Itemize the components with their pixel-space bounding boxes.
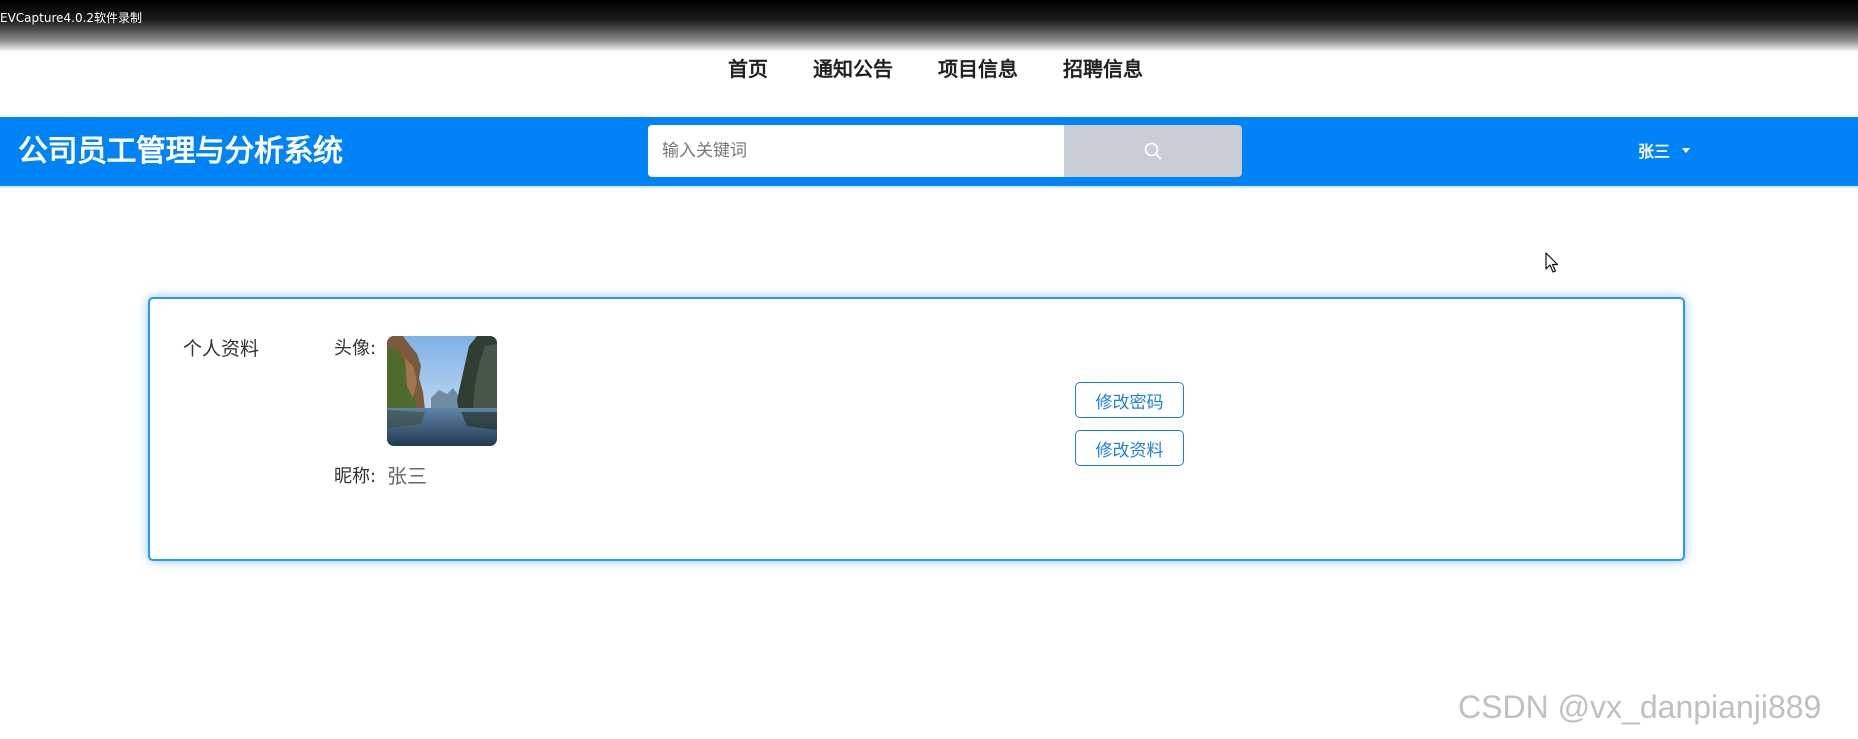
nickname-value: 张三 bbox=[387, 464, 427, 488]
mouse-cursor-icon bbox=[1545, 252, 1559, 273]
nickname-label: 昵称: bbox=[334, 466, 377, 487]
search-button[interactable] bbox=[1064, 125, 1242, 177]
csdn-watermark: CSDN @vx_danpianji889 bbox=[1458, 689, 1822, 725]
nav-item-recruitment[interactable]: 招聘信息 bbox=[1050, 54, 1143, 84]
caret-down-icon bbox=[1682, 147, 1691, 153]
header-divider bbox=[0, 186, 1858, 188]
nav-item-home[interactable]: 首页 bbox=[715, 54, 768, 84]
profile-card: 个人资料 头像: 昵称: 张三 修改密码 修改资料 bbox=[148, 297, 1685, 561]
recording-banner: EVCapture4.0.2软件录制 bbox=[0, 0, 1858, 52]
recording-banner-text: EVCapture4.0.2软件录制 bbox=[0, 11, 143, 25]
avatar bbox=[387, 336, 497, 446]
site-title: 公司员工管理与分析系统 bbox=[18, 134, 343, 169]
edit-profile-button[interactable]: 修改资料 bbox=[1075, 430, 1184, 466]
top-nav: 首页 通知公告 项目信息 招聘信息 bbox=[0, 54, 1858, 84]
nav-item-notices[interactable]: 通知公告 bbox=[800, 54, 893, 84]
user-menu[interactable]: 张三 bbox=[1638, 136, 1691, 164]
nav-item-projects[interactable]: 项目信息 bbox=[925, 54, 1018, 84]
search-icon bbox=[1144, 142, 1162, 160]
avatar-label: 头像: bbox=[334, 338, 377, 359]
user-name: 张三 bbox=[1638, 142, 1671, 161]
change-password-button[interactable]: 修改密码 bbox=[1075, 382, 1184, 418]
profile-section-title: 个人资料 bbox=[183, 338, 260, 360]
search-input[interactable] bbox=[648, 125, 1064, 177]
